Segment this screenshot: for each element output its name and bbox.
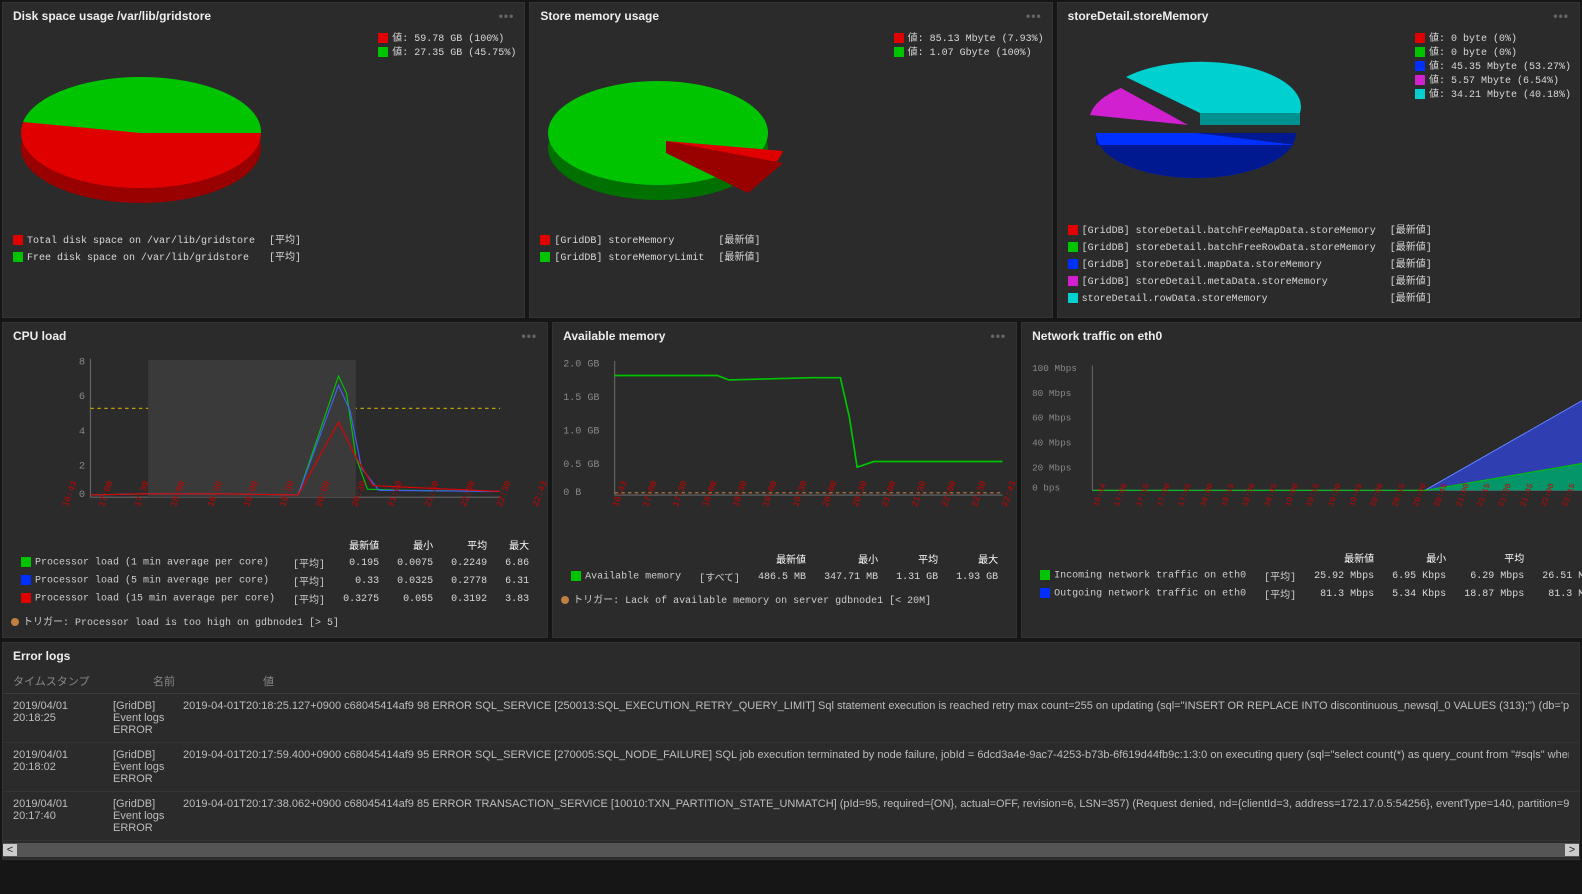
svg-text:100 Mbps: 100 Mbps — [1032, 363, 1077, 374]
stats-cpu: 最新値最小 平均最大 Processor load (1 min average… — [11, 535, 539, 609]
svg-text:6: 6 — [79, 391, 85, 403]
chart-cpu: 8 6 4 2 0 — [11, 353, 539, 503]
panel-menu-icon[interactable]: ••• — [1553, 9, 1569, 23]
stats-avmem: 最新値最小 平均最大 Available memory [すべて] 486.5 … — [561, 549, 1008, 587]
pie-legend-values: 値: 0 byte (0%) 値: 0 byte (0%) 値: 45.35 M… — [1415, 33, 1571, 216]
x-ticks: 16:4417:00 17:1517:30 17:4518:00 18:1518… — [1030, 503, 1582, 514]
pie-legend-series: [GridDB] storeMemory[最新値] [GridDB] store… — [538, 232, 774, 268]
svg-text:60 Mbps: 60 Mbps — [1032, 413, 1071, 424]
svg-text:1.0 GB: 1.0 GB — [563, 427, 599, 438]
panel-title: CPU load — [13, 329, 66, 343]
panel-menu-icon[interactable]: ••• — [522, 329, 538, 343]
svg-text:20 Mbps: 20 Mbps — [1032, 463, 1071, 474]
svg-text:2: 2 — [79, 460, 85, 472]
stats-net: 最新値最小 平均最大 Incoming network traffic on e… — [1030, 548, 1582, 604]
pie-disk — [11, 33, 271, 223]
panel-error-logs: Error logs タイムスタンプ 名前 値 2019/04/01 20:18… — [2, 642, 1580, 860]
pie-legend-series: [GridDB] storeDetail.batchFreeMapData.st… — [1066, 222, 1446, 309]
panel-title: Error logs — [3, 643, 1579, 669]
row-lines: CPU load ••• 8 6 4 2 0 — [2, 322, 1580, 638]
panel-avmem: Available memory ••• 2.0 GB 1.5 GB 1.0 GB… — [552, 322, 1017, 638]
pie-storemem — [538, 33, 798, 223]
chart-avmem: 2.0 GB 1.5 GB 1.0 GB 0.5 GB 0 B — [561, 353, 1008, 503]
panel-cpu: CPU load ••• 8 6 4 2 0 — [2, 322, 548, 638]
row-pies: Disk space usage /var/lib/gridstore ••• … — [2, 2, 1580, 318]
svg-text:0: 0 — [79, 489, 85, 501]
dashboard: Disk space usage /var/lib/gridstore ••• … — [0, 0, 1582, 862]
panel-title: Available memory — [563, 329, 665, 343]
chart-net: 100 Mbps 80 Mbps 60 Mbps 40 Mbps 20 Mbps 0 … — [1030, 353, 1582, 503]
x-ticks: 16:4317:00 17:3018:00 18:3019:00 19:3020… — [11, 503, 539, 515]
panel-title: storeDetail.storeMemory — [1068, 9, 1209, 23]
svg-text:80 Mbps: 80 Mbps — [1032, 388, 1071, 399]
pie-legend-values: 値: 85.13 Mbyte (7.93%) 値: 1.07 Gbyte (10… — [894, 33, 1044, 226]
svg-text:1.5 GB: 1.5 GB — [563, 393, 599, 404]
panel-title: Disk space usage /var/lib/gridstore — [13, 9, 211, 23]
trigger-cpu: トリガー: Processor load is too high on gdbn… — [11, 613, 539, 629]
log-row[interactable]: 2019/04/01 20:18:25 [GridDB] Event logs … — [3, 694, 1579, 743]
log-row[interactable]: 2019/04/01 20:17:40 [GridDB] Event logs … — [3, 792, 1579, 841]
pie-legend-values: 値: 59.78 GB (100%) 値: 27.35 GB (45.75%) — [378, 33, 516, 226]
scroll-right-icon[interactable]: > — [1565, 844, 1579, 856]
horizontal-scrollbar[interactable]: < > — [3, 843, 1579, 857]
panel-storemem: Store memory usage ••• 値: 85.13 Mbyte — [529, 2, 1052, 318]
trigger-avmem: トリガー: Lack of available memory on server… — [561, 591, 1008, 607]
svg-text:0 B: 0 B — [563, 488, 581, 499]
panel-title: Network traffic on eth0 — [1032, 329, 1162, 343]
panel-title: Store memory usage — [540, 9, 659, 23]
svg-text:2.0 GB: 2.0 GB — [563, 360, 599, 371]
scroll-left-icon[interactable]: < — [3, 844, 17, 856]
x-ticks: 16:4317:00 17:3018:00 18:3019:00 19:3020… — [561, 503, 1008, 515]
log-rows[interactable]: 2019/04/01 20:18:25 [GridDB] Event logs … — [3, 694, 1579, 841]
svg-text:0 bps: 0 bps — [1032, 482, 1060, 493]
log-row[interactable]: 2019/04/01 20:18:02 [GridDB] Event logs … — [3, 743, 1579, 792]
panel-menu-icon[interactable]: ••• — [991, 329, 1007, 343]
panel-net: Network traffic on eth0 ••• 100 Mbps80 M… — [1021, 322, 1582, 638]
panel-menu-icon[interactable]: ••• — [499, 9, 515, 23]
svg-text:40 Mbps: 40 Mbps — [1032, 438, 1071, 449]
log-columns: タイムスタンプ 名前 値 — [3, 669, 1579, 694]
pie-storedetail — [1066, 33, 1326, 213]
panel-storedetail: storeDetail.storeMemory ••• — [1057, 2, 1580, 318]
pie-legend-series: Total disk space on /var/lib/gridstore[平… — [11, 232, 315, 268]
svg-text:8: 8 — [79, 357, 85, 369]
panel-menu-icon[interactable]: ••• — [1026, 9, 1042, 23]
panel-disk: Disk space usage /var/lib/gridstore ••• … — [2, 2, 525, 318]
svg-text:0.5 GB: 0.5 GB — [563, 460, 599, 471]
svg-text:4: 4 — [79, 426, 85, 438]
